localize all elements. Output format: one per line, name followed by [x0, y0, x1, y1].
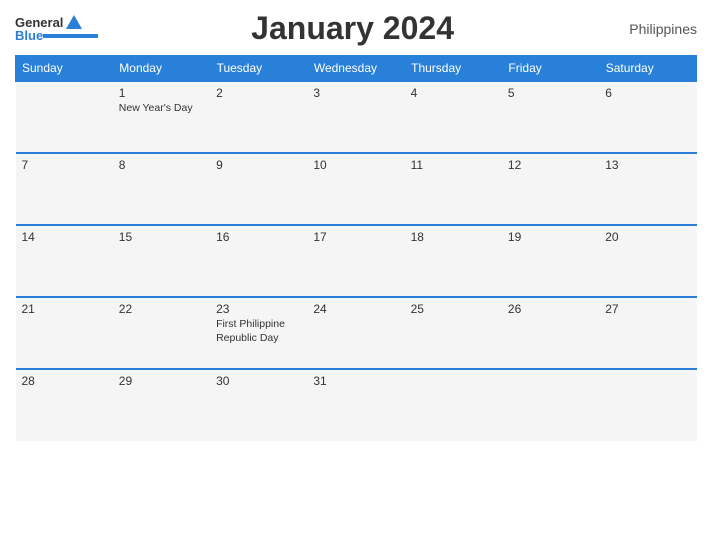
calendar-cell: 9	[210, 153, 307, 225]
day-number: 8	[119, 158, 204, 172]
day-number: 31	[313, 374, 398, 388]
weekday-header-tuesday: Tuesday	[210, 56, 307, 82]
calendar-table: SundayMondayTuesdayWednesdayThursdayFrid…	[15, 55, 697, 441]
calendar-cell: 30	[210, 369, 307, 441]
weekday-header-monday: Monday	[113, 56, 210, 82]
calendar-cell: 12	[502, 153, 599, 225]
calendar-week-5: 28 29 30 31	[16, 369, 697, 441]
calendar-cell: 17	[307, 225, 404, 297]
day-number: 2	[216, 86, 301, 100]
day-number: 19	[508, 230, 593, 244]
calendar-cell: 18	[405, 225, 502, 297]
day-number: 3	[313, 86, 398, 100]
day-number: 23	[216, 302, 301, 316]
calendar-cell: 2	[210, 81, 307, 153]
calendar-cell: 11	[405, 153, 502, 225]
country-label: Philippines	[607, 21, 697, 37]
day-number: 6	[605, 86, 690, 100]
calendar-cell: 1 New Year's Day	[113, 81, 210, 153]
calendar-cell	[405, 369, 502, 441]
day-number: 27	[605, 302, 690, 316]
calendar-cell: 21	[16, 297, 113, 369]
calendar-cell: 25	[405, 297, 502, 369]
day-number: 10	[313, 158, 398, 172]
weekday-header-thursday: Thursday	[405, 56, 502, 82]
calendar-week-3: 14 15 16 17 18 19 20	[16, 225, 697, 297]
day-number: 18	[411, 230, 496, 244]
calendar-cell: 10	[307, 153, 404, 225]
calendar-cell: 19	[502, 225, 599, 297]
calendar-cell: 13	[599, 153, 696, 225]
day-number: 7	[22, 158, 107, 172]
holiday-name: New Year's Day	[119, 102, 204, 116]
day-number: 17	[313, 230, 398, 244]
calendar-cell: 23 First Philippine Republic Day	[210, 297, 307, 369]
calendar-cell: 7	[16, 153, 113, 225]
calendar-header: General Blue January 2024 Philippines	[15, 10, 697, 47]
day-number: 25	[411, 302, 496, 316]
weekday-header-row: SundayMondayTuesdayWednesdayThursdayFrid…	[16, 56, 697, 82]
day-number: 1	[119, 86, 204, 100]
day-number: 16	[216, 230, 301, 244]
day-number: 9	[216, 158, 301, 172]
calendar-cell: 3	[307, 81, 404, 153]
calendar-cell: 16	[210, 225, 307, 297]
calendar-cell: 24	[307, 297, 404, 369]
calendar-cell: 4	[405, 81, 502, 153]
calendar-cell: 14	[16, 225, 113, 297]
calendar-cell: 22	[113, 297, 210, 369]
day-number: 13	[605, 158, 690, 172]
weekday-header-wednesday: Wednesday	[307, 56, 404, 82]
day-number: 12	[508, 158, 593, 172]
day-number: 15	[119, 230, 204, 244]
calendar-week-4: 21 22 23 First Philippine Republic Day 24 25 2…	[16, 297, 697, 369]
calendar-container: General Blue January 2024 Philippines Su…	[0, 0, 712, 550]
calendar-cell	[16, 81, 113, 153]
calendar-cell: 15	[113, 225, 210, 297]
day-number: 30	[216, 374, 301, 388]
day-number: 26	[508, 302, 593, 316]
month-title: January 2024	[98, 10, 607, 47]
calendar-cell: 27	[599, 297, 696, 369]
calendar-cell: 31	[307, 369, 404, 441]
day-number: 24	[313, 302, 398, 316]
calendar-week-1: 1 New Year's Day 23456	[16, 81, 697, 153]
day-number: 28	[22, 374, 107, 388]
day-number: 14	[22, 230, 107, 244]
day-number: 11	[411, 158, 496, 172]
calendar-week-2: 789 10 11 12 13	[16, 153, 697, 225]
calendar-cell: 28	[16, 369, 113, 441]
calendar-cell: 26	[502, 297, 599, 369]
logo-blue-bar	[43, 34, 98, 38]
calendar-cell: 6	[599, 81, 696, 153]
calendar-cell	[502, 369, 599, 441]
calendar-cell: 29	[113, 369, 210, 441]
day-number: 4	[411, 86, 496, 100]
day-number: 5	[508, 86, 593, 100]
day-number: 22	[119, 302, 204, 316]
logo-triangle-icon	[66, 15, 82, 29]
day-number: 20	[605, 230, 690, 244]
calendar-cell: 5	[502, 81, 599, 153]
weekday-header-sunday: Sunday	[16, 56, 113, 82]
holiday-name: First Philippine Republic Day	[216, 318, 301, 345]
day-number: 21	[22, 302, 107, 316]
calendar-cell: 8	[113, 153, 210, 225]
logo: General Blue	[15, 15, 98, 43]
weekday-header-friday: Friday	[502, 56, 599, 82]
weekday-header-saturday: Saturday	[599, 56, 696, 82]
calendar-cell	[599, 369, 696, 441]
day-number: 29	[119, 374, 204, 388]
logo-blue: Blue	[15, 28, 43, 43]
calendar-cell: 20	[599, 225, 696, 297]
